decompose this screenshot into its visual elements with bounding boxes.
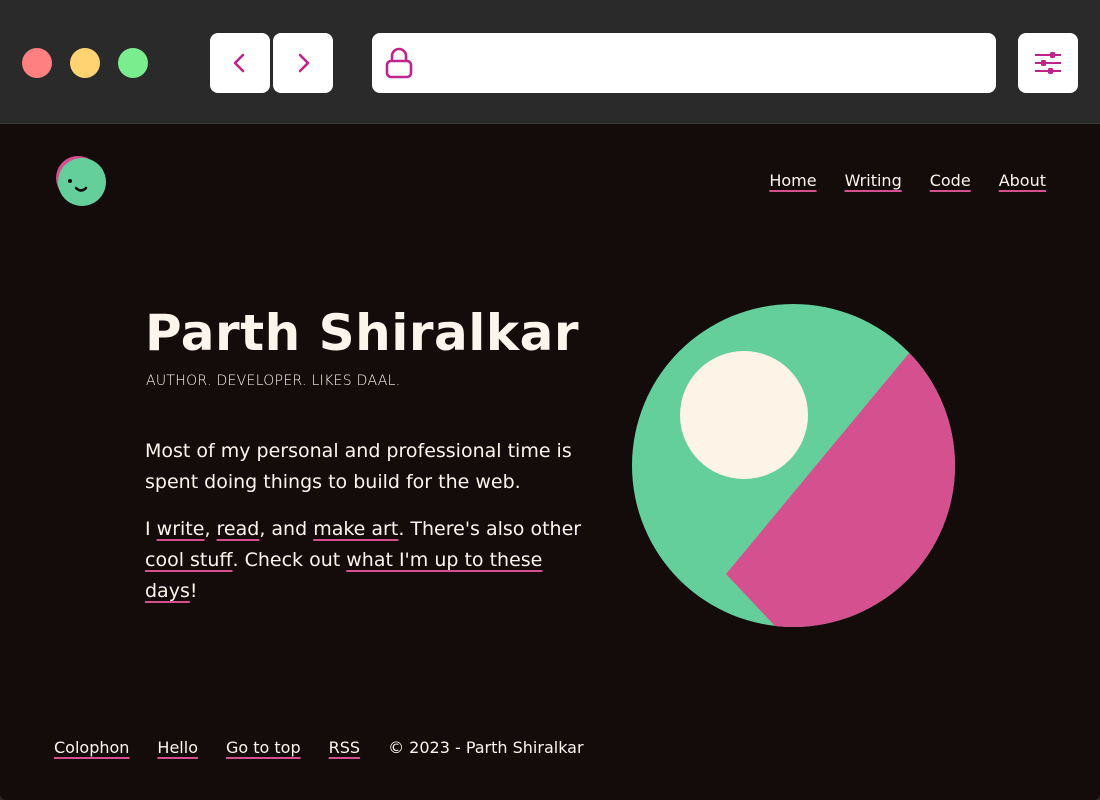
footer-link-go-to-top[interactable]: Go to top	[226, 738, 301, 757]
address-bar[interactable]	[372, 33, 996, 93]
text-fragment: ,	[204, 518, 217, 540]
nav-link-code[interactable]: Code	[930, 171, 971, 190]
tagline: AUTHOR. DEVELOPER. LIKES DAAL.	[146, 373, 401, 389]
nav-link-home[interactable]: Home	[769, 171, 816, 190]
web-page: Home Writing Code About Parth Shiralkar …	[0, 124, 1100, 800]
chevron-left-icon	[233, 53, 245, 73]
browser-chrome	[0, 0, 1100, 124]
sliders-icon	[1035, 52, 1061, 74]
browser-window: Home Writing Code About Parth Shiralkar …	[0, 0, 1100, 800]
close-window-button[interactable]	[22, 48, 52, 78]
hero-illustration	[632, 304, 955, 627]
copyright-text: © 2023 - Parth Shiralkar	[388, 738, 584, 757]
nav-link-writing[interactable]: Writing	[845, 171, 902, 190]
intro-paragraph-1: Most of my personal and professional tim…	[145, 440, 572, 493]
lock-icon	[385, 47, 413, 79]
text-fragment: !	[189, 580, 198, 602]
text-fragment: , and	[259, 518, 314, 540]
nav-link-about[interactable]: About	[999, 171, 1046, 190]
text-fragment: . There's also other	[398, 518, 582, 540]
site-footer: Colophon Hello Go to top RSS © 2023 - Pa…	[54, 738, 584, 757]
chevron-right-icon	[298, 53, 310, 73]
intro-text: Most of my personal and professional tim…	[145, 436, 595, 623]
cool-stuff-link[interactable]: cool stuff	[145, 549, 233, 571]
main-nav: Home Writing Code About	[769, 171, 1046, 190]
url-input[interactable]	[424, 43, 996, 83]
intro-paragraph-2: I write, read, and make art. There's als…	[145, 514, 595, 607]
footer-link-hello[interactable]: Hello	[157, 738, 198, 757]
make-art-link[interactable]: make art	[313, 518, 398, 540]
smiley-logo[interactable]	[54, 154, 106, 206]
footer-link-colophon[interactable]: Colophon	[54, 738, 129, 757]
settings-button[interactable]	[1018, 33, 1078, 93]
forward-button[interactable]	[273, 33, 333, 93]
text-fragment: I	[145, 518, 157, 540]
read-link[interactable]: read	[217, 518, 260, 540]
text-fragment: . Check out	[232, 549, 347, 571]
maximize-window-button[interactable]	[118, 48, 148, 78]
page-title: Parth Shiralkar	[145, 304, 580, 362]
footer-link-rss[interactable]: RSS	[329, 738, 360, 757]
write-link[interactable]: write	[157, 518, 205, 540]
minimize-window-button[interactable]	[70, 48, 100, 78]
back-button[interactable]	[210, 33, 270, 93]
illustration-cream-circle	[680, 351, 808, 479]
